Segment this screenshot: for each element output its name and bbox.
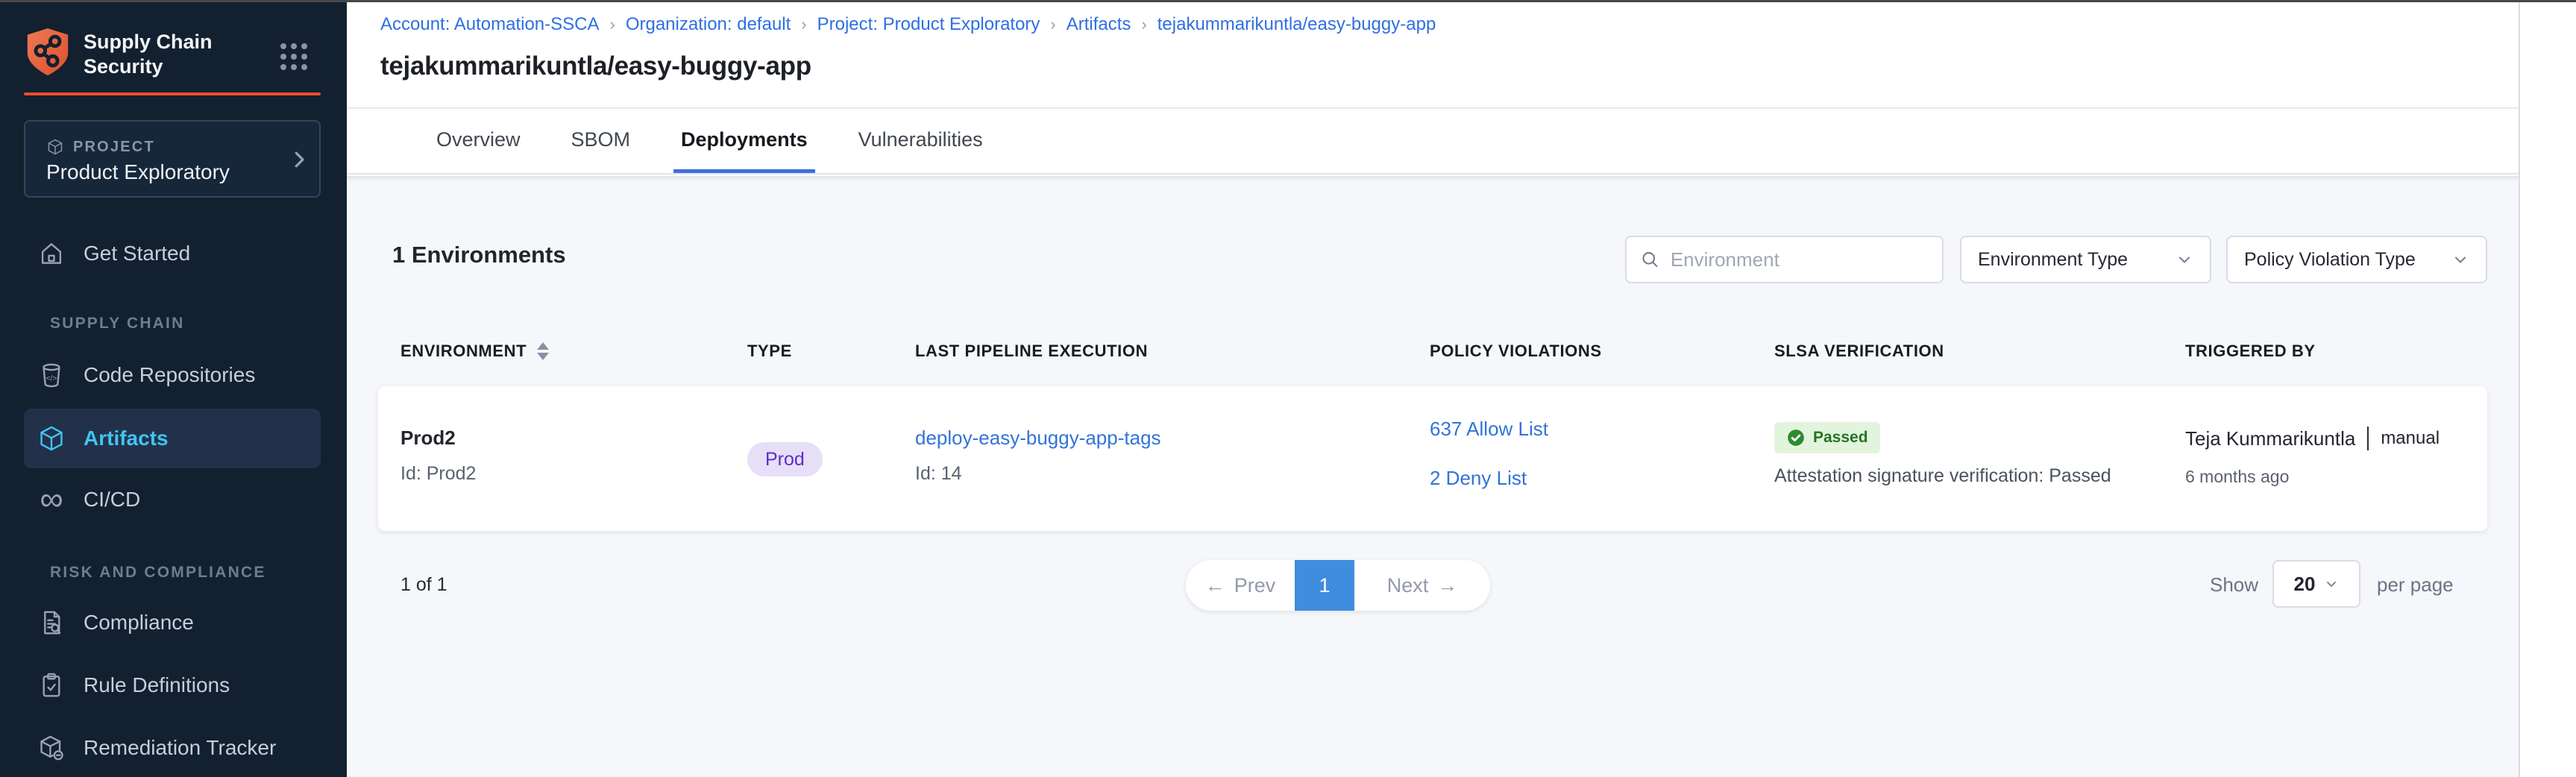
page-summary: 1 of 1 [400,574,447,596]
project-label: PROJECT [73,139,155,156]
chevron-down-icon [2176,251,2193,268]
code-repository-icon: </> [37,361,66,389]
environment-id: Id: Prod2 [400,463,476,485]
sidebar-item-code-repositories[interactable]: </> Code Repositories [37,357,255,393]
breadcrumb: Account: Automation-SSCA › Organization:… [380,14,1436,35]
svg-text:</>: </> [46,374,57,383]
table-row[interactable]: Prod2 Id: Prod2 Prod deploy-easy-buggy-a… [378,386,2487,531]
pipeline-execution-link[interactable]: deploy-easy-buggy-app-tags [915,427,1161,450]
column-header-policy-violations: POLICY VIOLATIONS [1430,342,1602,361]
sidebar-item-get-started[interactable]: Get Started [37,236,190,271]
tab-vulnerabilities[interactable]: Vulnerabilities [851,110,990,173]
page-size-select[interactable]: 20 [2272,560,2360,608]
sidebar-item-compliance[interactable]: Compliance [37,605,194,641]
environment-search-input[interactable] [1671,248,1929,271]
column-header-type: TYPE [747,342,792,361]
module-grid-icon[interactable] [280,43,307,70]
sidebar-item-remediation-tracker[interactable]: Remediation Tracker [37,730,276,766]
deny-list-link[interactable]: 2 Deny List [1430,467,1527,490]
allow-list-link[interactable]: 637 Allow List [1430,418,1548,441]
project-cube-icon [46,138,64,156]
next-arrow-icon: → [1437,574,1457,597]
page-title: tejakummarikuntla/easy-buggy-app [380,51,811,81]
breadcrumb-artifact-name-link[interactable]: tejakummarikuntla/easy-buggy-app [1157,14,1436,35]
per-page-label: per page [2377,573,2454,597]
breadcrumb-organization-link[interactable]: Organization: default [626,14,791,35]
column-header-last-pipeline-execution: LAST PIPELINE EXECUTION [915,342,1148,361]
triggered-time: 6 months ago [2185,467,2289,487]
box-wrench-icon [37,734,66,762]
search-icon [1640,248,1660,271]
sidebar-item-label: Artifacts [84,427,169,450]
clipboard-check-icon [37,671,66,699]
supply-chain-security-logo-shield-icon [24,27,72,78]
check-circle-icon [1786,428,1806,447]
breadcrumb-separator: › [609,15,615,34]
breadcrumb-separator: › [1141,15,1146,34]
column-header-environment[interactable]: ENVIRONMENT [400,342,549,361]
show-label: Show [2210,573,2258,597]
window-top-edge [0,0,2576,2]
environment-type-badge: Prod [747,442,823,476]
environment-name: Prod2 [400,427,456,450]
infinity-icon: ∞ [37,485,66,514]
brand-accent-divider [24,92,321,95]
policy-violation-type-filter[interactable]: Policy Violation Type [2226,236,2487,283]
column-header-slsa-verification: SLSA VERIFICATION [1774,342,1944,361]
sidebar-item-label: Compliance [84,611,194,635]
project-name: Product Exploratory [46,160,230,184]
document-search-icon [37,608,66,637]
sidebar-item-label: Rule Definitions [84,673,230,697]
next-page-button[interactable]: Next → [1354,560,1490,611]
sidebar: Supply Chain Security PROJECT Product Ex… [0,0,347,777]
prev-arrow-icon: ← [1205,574,1225,597]
breadcrumb-separator: › [1050,15,1055,34]
breadcrumb-artifacts-link[interactable]: Artifacts [1066,14,1131,35]
prev-page-button[interactable]: ← Prev [1186,560,1295,611]
home-icon [37,239,66,268]
app-title: Supply Chain Security [84,30,213,79]
triggered-by-name: Teja Kummarikuntla [2185,427,2355,450]
slsa-status-badge: Passed [1774,422,1880,453]
artifact-tabs: Overview SBOM Deployments Vulnerabilitie… [347,110,2576,174]
breadcrumb-account-link[interactable]: Account: Automation-SSCA [380,14,599,35]
column-header-triggered-by: TRIGGERED BY [2185,342,2316,361]
tab-deployments[interactable]: Deployments [673,110,815,173]
sidebar-section-supply-chain: SUPPLY CHAIN [50,315,184,333]
sidebar-section-risk-and-compliance: RISK AND COMPLIANCE [50,564,266,582]
sidebar-item-rule-definitions[interactable]: Rule Definitions [37,667,230,703]
environments-count-heading: 1 Environments [392,242,566,268]
tab-sbom[interactable]: SBOM [564,110,638,173]
vertical-divider [2367,427,2369,450]
chevron-down-icon [2451,251,2469,268]
breadcrumb-project-link[interactable]: Project: Product Exploratory [817,14,1040,35]
trigger-type: manual [2381,428,2440,449]
sidebar-item-artifacts[interactable]: Artifacts [24,409,321,468]
sidebar-item-label: Get Started [84,242,190,265]
pipeline-execution-id: Id: 14 [915,463,962,485]
chevron-down-icon [2324,576,2339,591]
sidebar-item-label: Remediation Tracker [84,736,276,760]
triggered-by: Teja Kummarikuntla manual [2185,427,2440,450]
slsa-detail-text: Attestation signature verification: Pass… [1774,465,2111,487]
page-number-button[interactable]: 1 [1295,560,1354,611]
environment-type-filter[interactable]: Environment Type [1960,236,2211,283]
artifact-cube-icon [37,424,66,453]
sidebar-item-label: CI/CD [84,488,140,512]
pagination: ← Prev 1 Next → [1186,560,1490,611]
sort-icon[interactable] [537,342,549,360]
scrollbar-track[interactable] [2519,2,2576,777]
project-selector[interactable]: PROJECT Product Exploratory [24,120,321,198]
tab-overview[interactable]: Overview [429,110,528,173]
main-area: Account: Automation-SSCA › Organization:… [347,2,2576,777]
environment-search[interactable] [1625,236,1944,283]
chevron-right-icon [288,148,310,171]
deployments-content: 1 Environments Environment Type Policy V… [347,176,2576,777]
sidebar-item-label: Code Repositories [84,363,255,387]
page-header: Account: Automation-SSCA › Organization:… [347,2,2576,109]
sidebar-item-cicd[interactable]: ∞ CI/CD [37,482,140,518]
breadcrumb-separator: › [801,15,806,34]
